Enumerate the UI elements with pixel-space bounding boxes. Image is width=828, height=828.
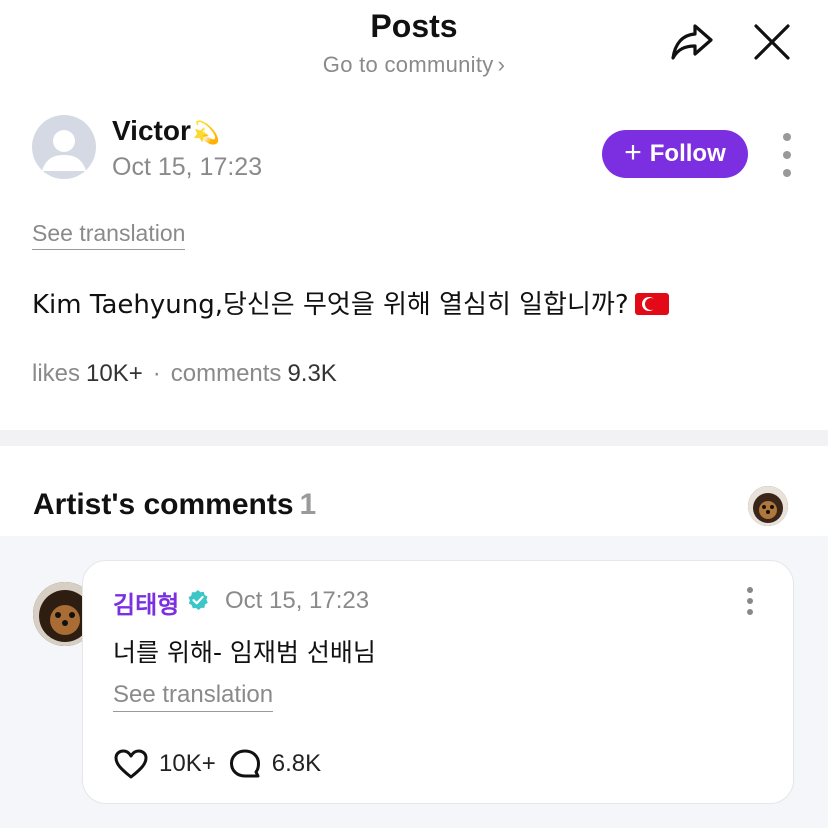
more-dot-icon [747,587,753,593]
comment-likes-count: 10K+ [159,750,216,777]
section-divider [0,430,828,446]
turkey-flag-icon [634,293,669,315]
dog-avatar-icon [748,486,788,526]
more-dot-icon [783,151,791,159]
default-avatar-icon [42,130,86,171]
close-button[interactable] [750,20,794,64]
post-date: Oct 15, 17:23 [112,153,263,181]
post-author: Victor💫 Oct 15, 17:23 + Follow [32,115,802,185]
dizzy-emoji-icon: 💫 [192,120,221,145]
more-dot-icon [747,609,753,615]
comment-see-translation-link[interactable]: See translation [113,681,274,712]
heart-icon[interactable] [113,748,149,780]
comment-date: Oct 15, 17:23 [225,587,370,614]
author-avatar[interactable] [32,115,96,179]
comment-text: 너를 위해- 임재범 선배님 [113,638,376,667]
commenter-name[interactable]: 김태형 [113,585,179,620]
see-translation-link[interactable]: See translation [32,220,186,250]
likes-count: 10K+ [86,360,143,387]
close-icon [754,24,790,60]
author-name[interactable]: Victor💫 [112,115,220,147]
stats-separator: · [152,360,161,387]
comment-more-button[interactable] [745,587,755,615]
top-bar: Posts Go to community › [0,0,828,100]
chevron-right-icon: › [497,52,506,77]
comment-replies-count: 6.8K [271,750,322,777]
plus-icon: + [624,135,642,169]
more-dot-icon [783,169,791,177]
post-body-text: Kim Taehyung,당신은 무엇을 위해 열심히 일합니까? [32,290,629,320]
reply-bubble-icon[interactable] [228,748,262,780]
follow-label: Follow [649,140,726,167]
artist-comments-count: 1 [299,488,317,521]
verified-badge-icon [188,590,208,610]
artist-comment-card: 김태형 Oct 15, 17:23 너를 위해- 임재범 선배님 See tra… [82,560,794,804]
likes-label: likes [32,360,81,387]
artist-comments-heading: Artist's comments 1 [33,488,316,522]
comment-actions: 10K+ 6.8K [113,747,333,781]
post-stats: likes 10K+ · comments 9.3K [32,360,337,388]
post-body: Kim Taehyung,당신은 무엇을 위해 열심히 일합니까? [32,284,669,321]
artist-avatar-small[interactable] [748,486,788,526]
artist-comments-title: Artist's comments [33,488,294,521]
more-dot-icon [747,598,753,604]
share-icon [671,24,713,60]
comments-count: 9.3K [287,360,337,387]
go-to-community-label: Go to community [322,52,494,77]
more-dot-icon [783,133,791,141]
share-button[interactable] [668,20,716,64]
post-more-button[interactable] [772,133,802,177]
author-name-text: Victor [112,115,191,146]
follow-button[interactable]: + Follow [602,130,748,178]
comments-label[interactable]: comments [171,360,282,387]
